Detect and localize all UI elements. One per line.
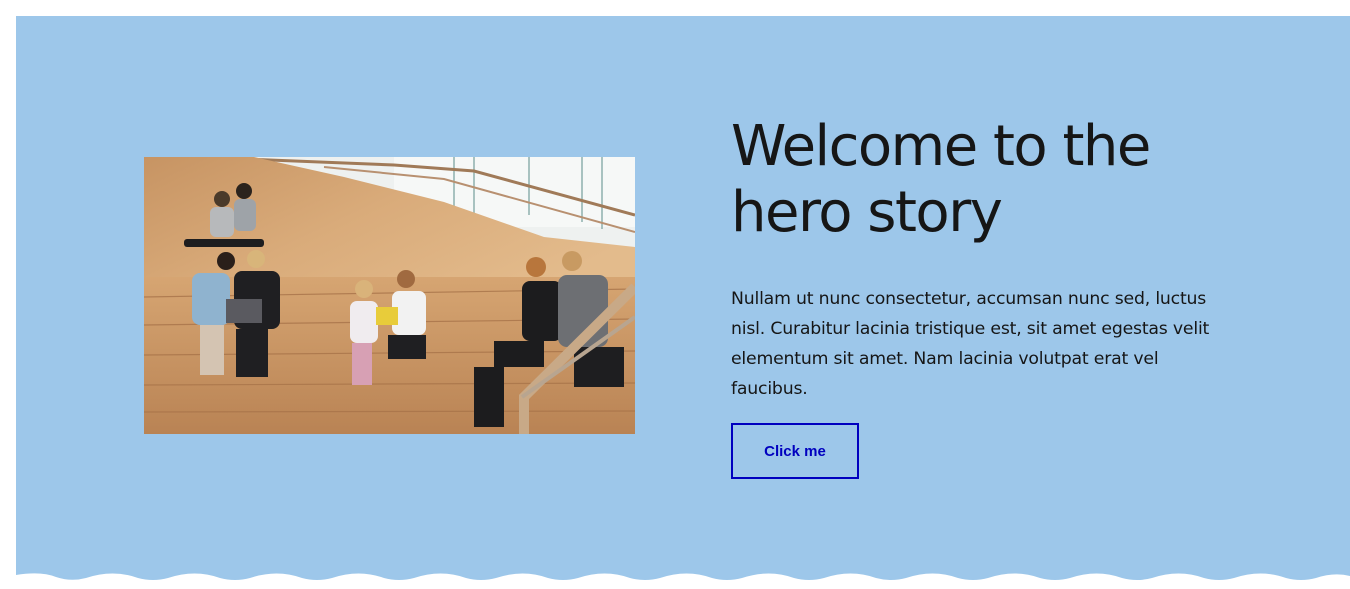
hero-section: Welcome to the hero story Nullam ut nunc… bbox=[16, 16, 1350, 589]
hero-title: Welcome to the hero story bbox=[731, 114, 1151, 245]
hero-body-text: Nullam ut nunc consectetur, accumsan nun… bbox=[731, 289, 1210, 399]
click-me-button[interactable]: Click me bbox=[731, 423, 859, 479]
wave-divider bbox=[16, 573, 1350, 589]
hero-image bbox=[144, 157, 635, 434]
